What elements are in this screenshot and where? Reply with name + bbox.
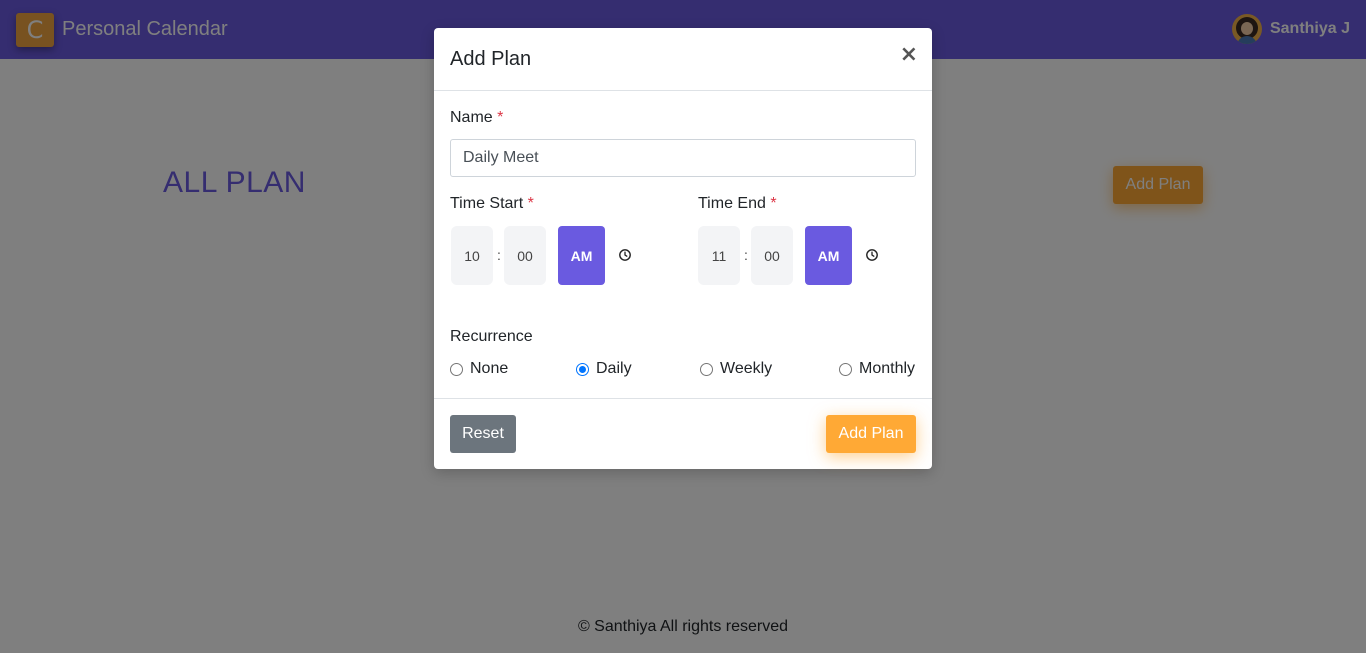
modal-title: Add Plan <box>450 48 532 70</box>
recurrence-none-label[interactable]: None <box>470 360 508 378</box>
recurrence-option-monthly[interactable]: Monthly <box>839 360 915 378</box>
name-required-marker: * <box>497 109 504 126</box>
time-end-label: Time End * <box>698 195 777 213</box>
add-plan-modal: Add Plan × Name * Time Start * 10 : 00 A… <box>434 28 932 469</box>
time-end-required-marker: * <box>770 195 777 212</box>
recurrence-monthly-radio[interactable] <box>839 362 852 376</box>
time-end-minute[interactable]: 00 <box>751 226 793 285</box>
recurrence-none-radio[interactable] <box>450 362 463 376</box>
time-start-required-marker: * <box>527 195 534 212</box>
time-end-separator: : <box>744 247 748 263</box>
time-start-period-toggle[interactable]: AM <box>558 226 605 285</box>
modal-footer: Reset Add Plan <box>434 398 932 469</box>
time-end-hour[interactable]: 11 <box>698 226 740 285</box>
recurrence-daily-label[interactable]: Daily <box>596 360 632 378</box>
reset-button[interactable]: Reset <box>450 415 516 453</box>
time-start-clock-icon[interactable] <box>618 248 632 262</box>
recurrence-monthly-label[interactable]: Monthly <box>859 360 915 378</box>
recurrence-option-weekly[interactable]: Weekly <box>700 360 772 378</box>
recurrence-weekly-label[interactable]: Weekly <box>720 360 772 378</box>
name-input[interactable] <box>450 139 916 177</box>
time-start-hour[interactable]: 10 <box>451 226 493 285</box>
time-end-label-text: Time End <box>698 195 766 212</box>
recurrence-label: Recurrence <box>450 328 533 345</box>
recurrence-daily-radio[interactable] <box>576 362 589 376</box>
name-label: Name * <box>450 109 503 127</box>
recurrence-option-daily[interactable]: Daily <box>576 360 632 378</box>
recurrence-option-none[interactable]: None <box>450 360 508 378</box>
time-start-minute[interactable]: 00 <box>504 226 546 285</box>
close-icon[interactable]: × <box>900 44 918 66</box>
time-end-period-toggle[interactable]: AM <box>805 226 852 285</box>
time-start-label: Time Start * <box>450 195 534 213</box>
add-plan-submit-button[interactable]: Add Plan <box>826 415 916 453</box>
time-start-label-text: Time Start <box>450 195 524 212</box>
recurrence-weekly-radio[interactable] <box>700 362 713 376</box>
time-start-separator: : <box>497 247 501 263</box>
modal-header: Add Plan × <box>434 28 932 91</box>
time-end-clock-icon[interactable] <box>865 248 879 262</box>
name-label-text: Name <box>450 109 493 126</box>
